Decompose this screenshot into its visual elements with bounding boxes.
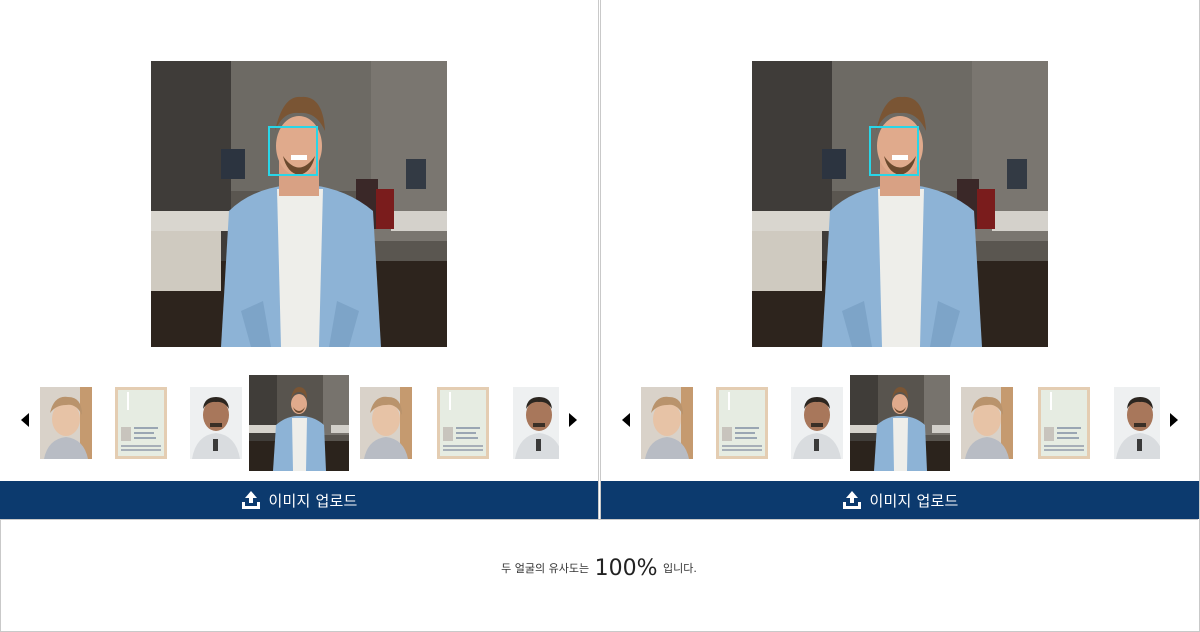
upload-image-button[interactable]: 이미지 업로드: [601, 481, 1199, 519]
thumbnail-person-a[interactable]: [40, 387, 92, 459]
thumbnail-passport-doc[interactable]: [437, 387, 489, 459]
thumbnail-strip: [0, 375, 598, 471]
thumbnail-office-man-selected[interactable]: [850, 375, 950, 471]
main-photo: [151, 61, 447, 347]
next-arrow-icon[interactable]: [1170, 413, 1178, 427]
thumbnail-passport-doc[interactable]: [115, 387, 167, 459]
result-suffix: 입니다.: [663, 562, 697, 575]
similarity-result: 두 얼굴의 유사도는 100% 입니다.: [0, 556, 1198, 581]
thumbnail-office-man-selected[interactable]: [249, 375, 349, 471]
upload-image-button[interactable]: 이미지 업로드: [0, 481, 598, 519]
face-detection-box: [268, 126, 318, 176]
thumbnail-person-b[interactable]: [1114, 387, 1160, 459]
thumbnail-passport-doc[interactable]: [1038, 387, 1090, 459]
right-image-panel: 이미지 업로드: [601, 0, 1199, 520]
similarity-value: 100%: [594, 556, 658, 581]
thumbnail-strip: [601, 375, 1199, 471]
upload-icon: [842, 491, 861, 509]
prev-arrow-icon[interactable]: [622, 413, 630, 427]
thumbnail-passport-doc[interactable]: [716, 387, 768, 459]
upload-button-label: 이미지 업로드: [268, 491, 358, 510]
thumbnail-person-a[interactable]: [961, 387, 1013, 459]
left-image-panel: 이미지 업로드: [0, 0, 598, 520]
upload-button-label: 이미지 업로드: [869, 491, 959, 510]
face-detection-box: [869, 126, 919, 176]
next-arrow-icon[interactable]: [569, 413, 577, 427]
thumbnail-person-b[interactable]: [513, 387, 559, 459]
main-photo: [752, 61, 1048, 347]
thumbnail-person-a[interactable]: [641, 387, 693, 459]
thumbnail-person-b[interactable]: [190, 387, 242, 459]
section-divider: [0, 519, 1198, 520]
thumbnail-person-b[interactable]: [791, 387, 843, 459]
result-prefix: 두 얼굴의 유사도는: [501, 562, 590, 575]
thumbnail-person-a[interactable]: [360, 387, 412, 459]
prev-arrow-icon[interactable]: [21, 413, 29, 427]
upload-icon: [241, 491, 260, 509]
